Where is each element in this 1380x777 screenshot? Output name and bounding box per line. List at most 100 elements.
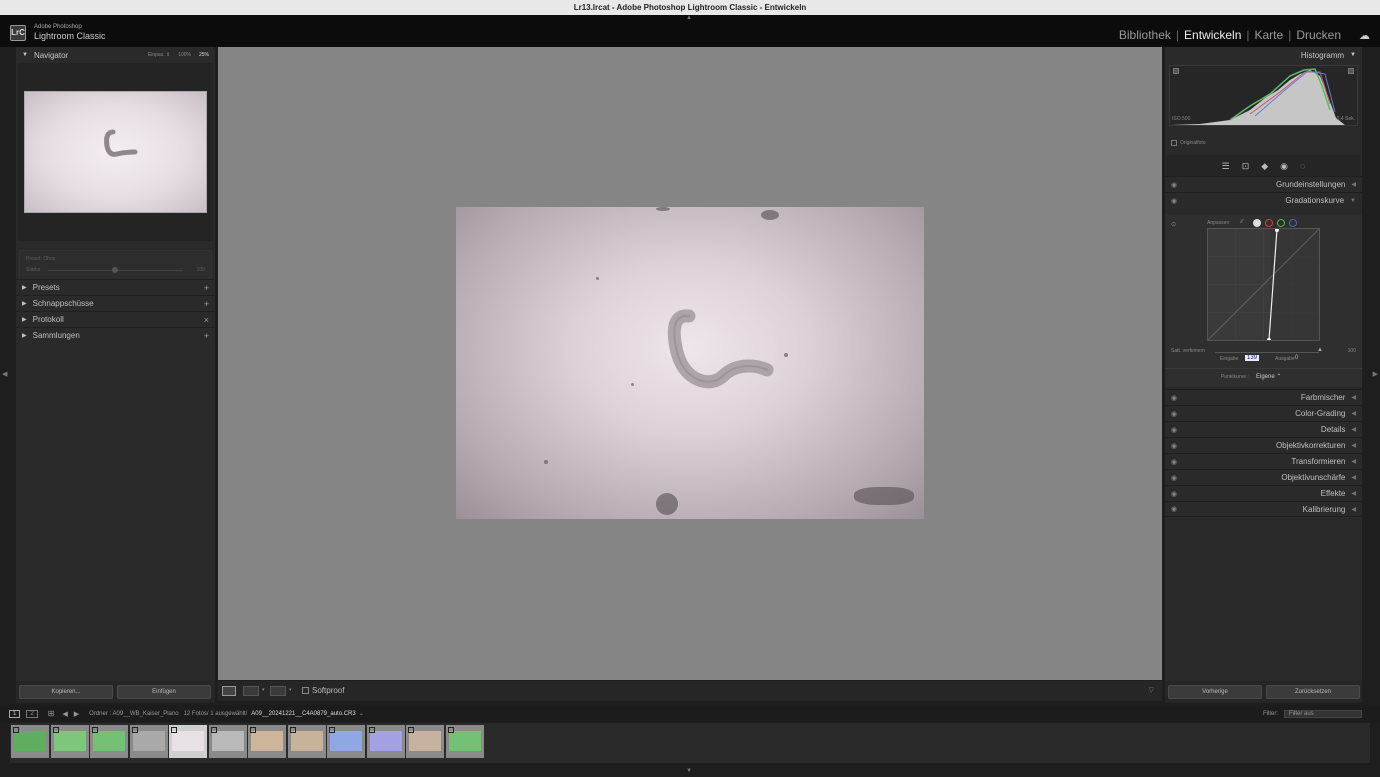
toolbar-menu-icon[interactable]: ▽ xyxy=(1149,686,1154,694)
eye-icon[interactable]: ◉ xyxy=(1171,410,1177,418)
healing-eraser-icon[interactable]: ◆ xyxy=(1261,161,1268,172)
filmstrip-thumbnail[interactable] xyxy=(406,725,444,758)
expand-triangle-icon[interactable]: ◀ xyxy=(1351,410,1356,417)
zoom-fit[interactable]: Einpas. ⇕ xyxy=(148,52,170,58)
refine-saturation-slider[interactable] xyxy=(1215,352,1319,353)
expand-triangle-icon[interactable]: ◀ xyxy=(1351,442,1356,449)
filter-dropdown[interactable]: Filter aus xyxy=(1284,709,1362,718)
section-snapshots[interactable]: ▶ Schnappschüsse + xyxy=(16,295,215,311)
section-lens-blur[interactable]: ◉ Objektivunschärfe ◀ xyxy=(1165,469,1362,485)
back-arrow-icon[interactable]: ◀ xyxy=(62,710,67,718)
section-history[interactable]: ▶ Protokoll × xyxy=(16,311,215,327)
folder-path[interactable]: Ordner : A09__WB_Kaiser_Plano xyxy=(89,711,178,717)
before-after-view-icon[interactable] xyxy=(243,686,259,696)
bottom-panel-toggle-icon[interactable]: ▼ xyxy=(686,768,692,774)
section-calibration[interactable]: ◉ Kalibrierung ◀ xyxy=(1165,501,1362,517)
filmstrip-thumbnail[interactable] xyxy=(287,725,326,758)
section-color-mixer[interactable]: ◉ Farbmischer ◀ xyxy=(1165,389,1362,405)
eye-icon[interactable]: ◉ xyxy=(1171,474,1177,482)
filmstrip-thumbnail[interactable] xyxy=(327,725,365,758)
eye-icon[interactable]: ◉ xyxy=(1171,426,1177,434)
expand-triangle-icon[interactable]: ◀ xyxy=(1351,506,1356,513)
expand-triangle-icon[interactable]: ◀ xyxy=(1351,474,1356,481)
main-photo[interactable] xyxy=(456,207,924,519)
cloud-sync-icon[interactable]: ☁ xyxy=(1359,29,1370,42)
clear-history-button[interactable]: × xyxy=(204,315,209,325)
blue-channel-icon[interactable] xyxy=(1289,219,1297,227)
expand-triangle-icon[interactable]: ◀ xyxy=(1351,394,1356,401)
module-karte[interactable]: Karte xyxy=(1250,28,1289,42)
expand-triangle-icon[interactable]: ◀ xyxy=(1351,458,1356,465)
module-entwickeln[interactable]: Entwickeln xyxy=(1179,28,1246,42)
parametric-curve-icon[interactable]: ∕∕ xyxy=(1241,219,1249,227)
filmstrip-thumbnail[interactable] xyxy=(169,725,207,758)
top-panel-toggle-icon[interactable]: ▲ xyxy=(686,15,692,21)
expand-triangle-icon[interactable]: ◀ xyxy=(1351,426,1356,433)
tone-curve-graph[interactable] xyxy=(1207,228,1320,342)
crop-icon[interactable]: ⊡ xyxy=(1242,161,1250,172)
filmstrip-thumbnail[interactable] xyxy=(445,725,484,758)
filename-dropdown-icon[interactable]: ⌄ xyxy=(359,710,364,717)
target-adjust-icon[interactable]: ⊙ xyxy=(1171,221,1176,228)
expand-triangle-icon[interactable]: ◀ xyxy=(1351,490,1356,497)
expand-triangle-icon[interactable]: ◀ xyxy=(1351,181,1356,188)
red-eye-icon[interactable]: ◉ xyxy=(1280,161,1288,172)
eye-icon[interactable]: ◉ xyxy=(1171,490,1177,498)
eye-icon[interactable]: ◉ xyxy=(1171,442,1177,450)
section-transform[interactable]: ◉ Transformieren ◀ xyxy=(1165,453,1362,469)
section-color-grading[interactable]: ◉ Color-Grading ◀ xyxy=(1165,405,1362,421)
masking-icon[interactable]: ◌ xyxy=(1300,161,1305,171)
selected-filename[interactable]: A09__20241221__C4A0879_auto.CR3 xyxy=(251,711,355,717)
before-after-swap-icon[interactable] xyxy=(270,686,286,696)
output-value-field[interactable]: 0 xyxy=(1295,355,1298,361)
previous-button[interactable]: Vorherige xyxy=(1168,685,1262,699)
module-bibliothek[interactable]: Bibliothek xyxy=(1114,28,1176,42)
section-lens-corrections[interactable]: ◉ Objektivkorrekturen ◀ xyxy=(1165,437,1362,453)
collapse-triangle-icon[interactable]: ▼ xyxy=(22,52,28,58)
right-panel-toggle-icon[interactable]: ▶ xyxy=(1373,370,1378,378)
left-panel-toggle-icon[interactable]: ◀ xyxy=(2,370,7,378)
section-presets[interactable]: ▶ Presets + xyxy=(16,279,215,295)
histogram-header[interactable]: Histogramm ▼ xyxy=(1165,47,1362,63)
rgb-curve-icon[interactable] xyxy=(1253,219,1261,227)
eye-icon[interactable]: ◉ xyxy=(1171,394,1177,402)
eye-icon[interactable]: ◉ xyxy=(1171,458,1177,466)
navigator-header[interactable]: ▼ Navigator Einpas. ⇕ 100% 25% xyxy=(16,47,215,63)
add-preset-button[interactable]: + xyxy=(204,283,209,293)
collapse-triangle-icon[interactable]: ▼ xyxy=(1350,198,1356,204)
green-channel-icon[interactable] xyxy=(1277,219,1285,227)
slider-thumb-icon[interactable]: ▲ xyxy=(1317,347,1323,353)
section-details[interactable]: ◉ Details ◀ xyxy=(1165,421,1362,437)
edit-sliders-icon[interactable]: ☰ xyxy=(1222,161,1230,172)
filmstrip-thumbnail[interactable] xyxy=(129,725,168,758)
grid-view-icon[interactable]: ⊞ xyxy=(48,709,55,718)
section-tone-curve[interactable]: ◉ Gradationskurve ▼ xyxy=(1165,192,1362,208)
filmstrip-thumbnail[interactable] xyxy=(248,725,286,758)
section-collections[interactable]: ▶ Sammlungen + xyxy=(16,327,215,343)
forward-arrow-icon[interactable]: ▶ xyxy=(74,710,79,718)
navigator-thumbnail[interactable] xyxy=(24,91,207,213)
collapse-triangle-icon[interactable]: ▼ xyxy=(1350,52,1356,58)
point-curve-dropdown[interactable]: Eigene ⌃ xyxy=(1256,373,1281,380)
softproof-checkbox[interactable] xyxy=(302,687,309,694)
original-photo-checkbox[interactable] xyxy=(1171,140,1177,146)
reset-button[interactable]: Zurücksetzen xyxy=(1266,685,1360,699)
input-value-field[interactable]: 139 xyxy=(1245,355,1260,361)
loupe-view-icon[interactable] xyxy=(222,686,236,696)
add-snapshot-button[interactable]: + xyxy=(204,299,209,309)
section-effects[interactable]: ◉ Effekte ◀ xyxy=(1165,485,1362,501)
filmstrip-thumbnail[interactable] xyxy=(366,725,405,758)
add-collection-button[interactable]: + xyxy=(204,331,209,341)
section-basic[interactable]: ◉ Grundeinstellungen ◀ xyxy=(1165,176,1362,192)
copy-settings-button[interactable]: Kopieren... xyxy=(19,685,113,699)
amount-slider-thumb[interactable] xyxy=(112,267,118,273)
eye-icon[interactable]: ◉ xyxy=(1171,505,1177,513)
red-channel-icon[interactable] xyxy=(1265,219,1273,227)
monitor-2-button[interactable]: 2 xyxy=(26,709,38,718)
zoom-25[interactable]: 25% xyxy=(199,52,209,58)
monitor-1-button[interactable]: 1 xyxy=(9,709,21,718)
original-photo-option[interactable]: Originalfoto xyxy=(1171,140,1206,146)
paste-settings-button[interactable]: Einfügen xyxy=(117,685,211,699)
filmstrip-thumbnail[interactable] xyxy=(11,725,49,758)
histogram[interactable]: ISO 500 0,4 Sek. xyxy=(1169,65,1358,126)
